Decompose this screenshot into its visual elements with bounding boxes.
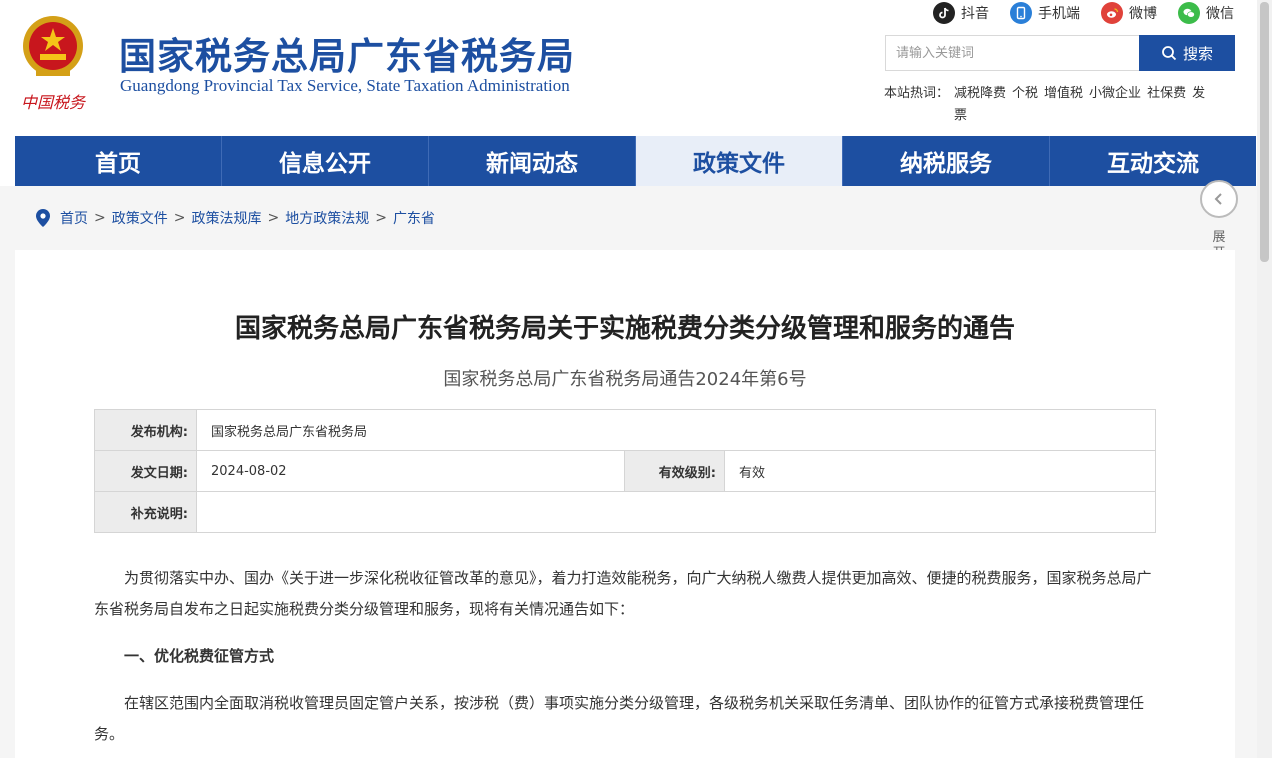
breadcrumb-separator: >: [94, 210, 106, 226]
breadcrumb-separator: >: [375, 210, 387, 226]
breadcrumb-separator: >: [267, 210, 280, 226]
hot-keywords-label: 本站热词：: [884, 86, 950, 101]
breadcrumb-link[interactable]: 地方政策法规: [285, 208, 369, 228]
social-weibo[interactable]: 微博: [1101, 1, 1157, 25]
social-wechat[interactable]: 微信: [1178, 1, 1234, 25]
meta-key: 有效级别:: [624, 450, 725, 492]
social-label: 微博: [1129, 6, 1157, 22]
national-emblem-logo[interactable]: 中国税务: [16, 10, 90, 116]
nav-item-policy[interactable]: 政策文件: [636, 136, 843, 186]
hot-word-link[interactable]: 小微企业: [1089, 86, 1141, 101]
meta-key: 发文日期:: [94, 450, 197, 492]
hot-word-link[interactable]: 减税降费: [954, 86, 1006, 101]
site-title: 国家税务总局广东省税务局: [119, 35, 575, 78]
search-input[interactable]: [885, 35, 1140, 71]
meta-key: 补充说明:: [94, 491, 197, 533]
hot-word-link[interactable]: 个税: [1012, 86, 1038, 101]
search-button-label: 搜索: [1182, 44, 1213, 63]
page-scrollbar[interactable]: [1257, 0, 1272, 758]
document-number: 国家税务总局广东省税务局通告2024年第6号: [443, 369, 807, 390]
table-row: 发布机构: 国家税务总局广东省税务局: [94, 409, 1156, 451]
search-button[interactable]: 搜索: [1139, 35, 1235, 71]
meta-value: [196, 491, 1156, 533]
meta-value: 有效: [724, 450, 1156, 492]
main-nav: 首页 信息公开 新闻动态 政策文件 纳税服务 互动交流: [15, 136, 1256, 186]
sidebar-toggle-button[interactable]: [1200, 180, 1238, 218]
chevron-left-icon: [1214, 193, 1222, 205]
body-paragraph: 在辖区范围内全面取消税收管理员固定管户关系，按涉税（费）事项实施分类分级管理，各…: [94, 694, 1145, 743]
meta-key: 发布机构:: [94, 409, 197, 451]
social-label: 抖音: [961, 6, 989, 22]
document-title: 国家税务总局广东省税务局关于实施税费分类分级管理和服务的通告: [234, 314, 1015, 344]
douyin-icon: [933, 2, 955, 24]
search-icon: [1162, 46, 1177, 61]
meta-value: 国家税务总局广东省税务局: [196, 409, 1156, 451]
wechat-icon: [1178, 2, 1200, 24]
nav-item-home[interactable]: 首页: [15, 136, 222, 186]
body-paragraph: 为贯彻落实中办、国办《关于进一步深化税收征管改革的意见》，着力打造效能税务，向广…: [94, 569, 1152, 618]
breadcrumb: 首页 > 政策文件 > 政策法规库 > 地方政策法规 > 广东省: [36, 207, 435, 229]
document-meta-table: 发布机构: 国家税务总局广东省税务局 发文日期: 2024-08-02 有效级别…: [94, 409, 1156, 533]
breadcrumb-link[interactable]: 广东省: [393, 208, 435, 228]
social-label: 手机端: [1038, 6, 1080, 22]
nav-item-info-disclosure[interactable]: 信息公开: [222, 136, 429, 186]
article-card: 国家税务总局广东省税务局关于实施税费分类分级管理和服务的通告 国家税务总局广东省…: [15, 250, 1235, 758]
breadcrumb-link[interactable]: 政策法规库: [191, 208, 261, 228]
breadcrumb-link[interactable]: 首页: [60, 208, 88, 228]
breadcrumb-link[interactable]: 政策文件: [112, 208, 168, 228]
breadcrumb-separator: >: [173, 210, 186, 226]
site-subtitle: Guangdong Provincial Tax Service, State …: [120, 76, 570, 95]
hot-keywords: 本站热词： 减税降费 个税 增值税 小微企业 社保费 发票: [884, 83, 1214, 123]
mobile-icon: [1010, 2, 1032, 24]
social-mobile[interactable]: 手机端: [1010, 1, 1080, 25]
nav-item-interaction[interactable]: 互动交流: [1050, 136, 1256, 186]
social-label: 微信: [1206, 6, 1234, 22]
location-pin-icon: [36, 209, 50, 227]
site-header: 中国税务 国家税务总局广东省税务局 Guangdong Provincial T…: [0, 0, 1272, 136]
meta-value: 2024-08-02: [196, 450, 625, 492]
nav-item-tax-service[interactable]: 纳税服务: [843, 136, 1050, 186]
table-row: 补充说明:: [94, 491, 1156, 533]
social-douyin[interactable]: 抖音: [933, 1, 989, 25]
hot-word-link[interactable]: 社保费: [1147, 86, 1186, 101]
logo-text: 中国税务: [21, 93, 87, 112]
weibo-icon: [1101, 2, 1123, 24]
document-body: 为贯彻落实中办、国办《关于进一步深化税收征管改革的意见》，着力打造效能税务，向广…: [94, 563, 1156, 758]
table-row: 发文日期: 2024-08-02 有效级别: 有效: [94, 450, 1156, 492]
section-heading: 一、优化税费征管方式: [124, 647, 275, 665]
scrollbar-thumb[interactable]: [1260, 2, 1269, 262]
nav-item-news[interactable]: 新闻动态: [429, 136, 636, 186]
hot-word-link[interactable]: 增值税: [1044, 86, 1083, 101]
